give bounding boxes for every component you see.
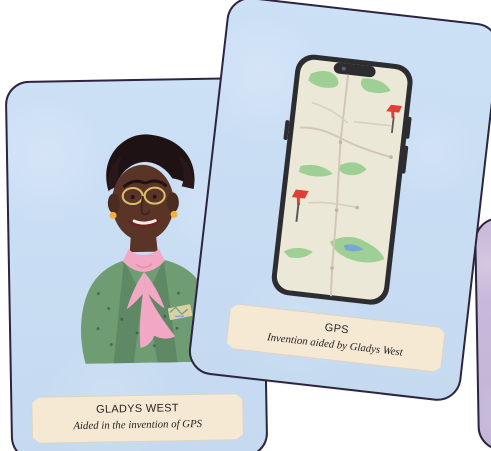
gladys-west-title: GLADYS WEST (95, 402, 179, 416)
phone-map-illustration (271, 54, 413, 305)
paper-texture (476, 218, 491, 449)
background-purple-card (474, 216, 491, 451)
gladys-west-caption: GLADYS WEST Aided in the invention of GP… (31, 393, 244, 444)
stage: GLADYS WEST Aided in the invention of GP… (0, 0, 491, 451)
phone-device (271, 54, 413, 305)
gladys-west-subtitle: Aided in the invention of GPS (73, 417, 203, 432)
gps-card[interactable]: GPS Invention aided by Gladys West (186, 0, 491, 404)
